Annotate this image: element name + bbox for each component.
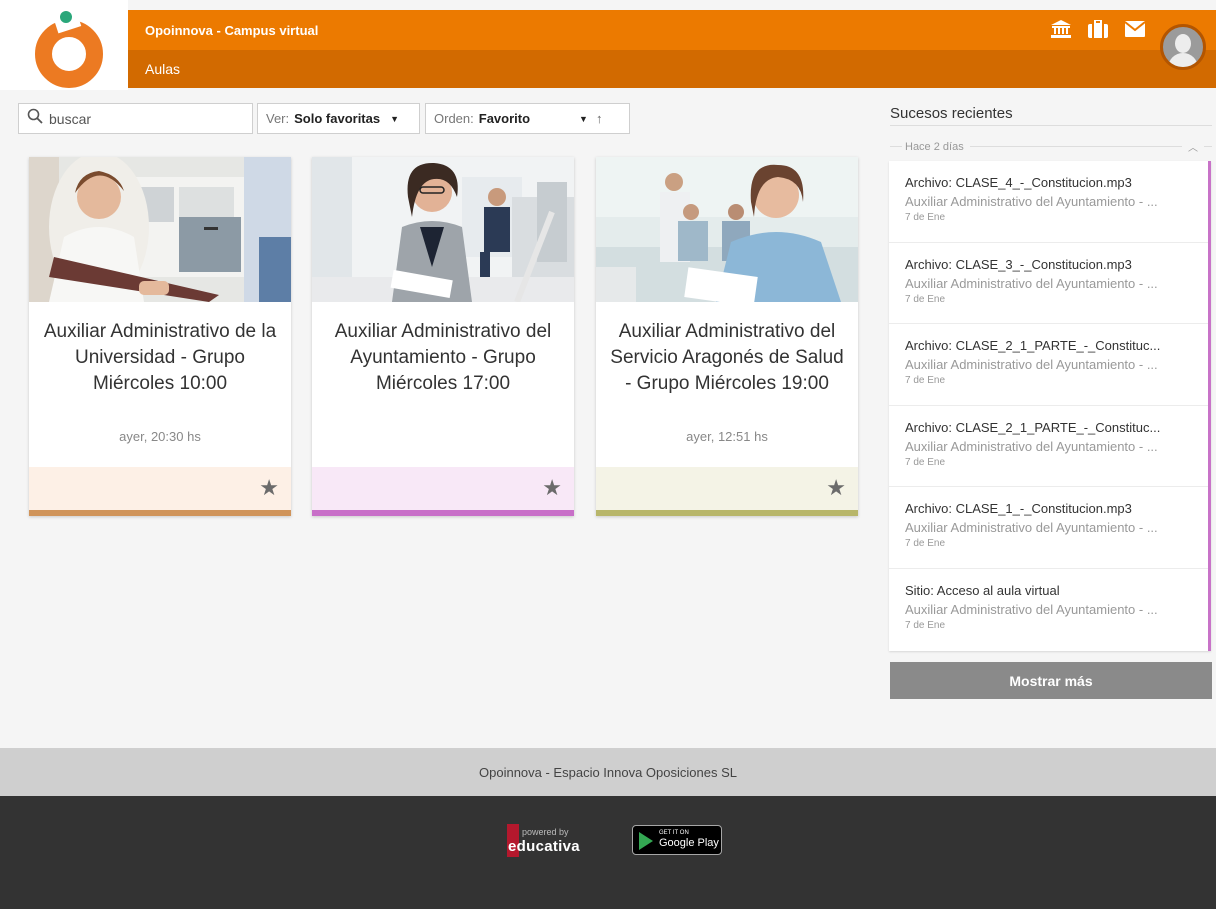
star-icon[interactable]: ★ xyxy=(542,475,562,501)
institution-icon[interactable] xyxy=(1050,19,1072,39)
gplay-big-text: Google Play xyxy=(659,837,719,849)
avatar[interactable] xyxy=(1160,24,1206,70)
ver-label: Ver: xyxy=(266,111,290,126)
star-icon[interactable]: ★ xyxy=(826,475,846,501)
orden-select[interactable]: Orden: Favorito ▼ ↑ xyxy=(425,103,630,134)
company-name: Opoinnova - Espacio Innova Oposiciones S… xyxy=(479,764,737,780)
site-title[interactable]: Opoinnova - Campus virtual xyxy=(145,23,318,38)
event-course: Auxiliar Administrativo del Ayuntamiento… xyxy=(905,194,1158,209)
course-title[interactable]: Auxiliar Administrativo del Ayuntamiento… xyxy=(322,319,564,397)
caret-down-icon: ▼ xyxy=(390,113,400,124)
recent-events-list: Archivo: CLASE_4_-_Constitucion.mp3 Auxi… xyxy=(889,161,1211,651)
google-play-badge[interactable]: GET IT ON Google Play xyxy=(632,825,722,855)
show-more-button[interactable]: Mostrar más xyxy=(890,662,1212,699)
envelope-icon[interactable] xyxy=(1124,19,1146,39)
course-image xyxy=(29,157,291,302)
briefcase-icon[interactable] xyxy=(1087,19,1109,39)
event-course: Auxiliar Administrativo del Ayuntamiento… xyxy=(905,438,1158,454)
search-input[interactable] xyxy=(49,110,239,127)
event-course: Auxiliar Administrativo del Ayuntamiento… xyxy=(905,357,1158,373)
chevron-up-icon[interactable]: ︿ xyxy=(1188,139,1198,154)
educativa-logo[interactable]: powered by educativa xyxy=(507,824,589,858)
logo-dot xyxy=(60,11,72,23)
recent-event-item[interactable]: Archivo: CLASE_3_-_Constitucion.mp3 Auxi… xyxy=(889,243,1208,325)
sub-bar: Aulas xyxy=(128,50,1216,88)
course-image xyxy=(596,157,858,302)
search-icon xyxy=(27,108,43,129)
recent-group-header[interactable]: Hace 2 días ︿ xyxy=(890,139,1212,154)
recent-events-title: Sucesos recientes xyxy=(890,105,1013,122)
star-icon[interactable]: ★ xyxy=(259,475,279,501)
event-date: 7 de Ene xyxy=(905,538,946,550)
event-course: Auxiliar Administrativo del Ayuntamiento… xyxy=(905,275,1158,291)
google-play-icon xyxy=(639,832,653,850)
divider xyxy=(890,125,1212,126)
top-bar: Opoinnova - Campus virtual xyxy=(128,10,1216,50)
recent-event-item[interactable]: Archivo: CLASE_2_1_PARTE_-_Constituc... … xyxy=(889,324,1208,406)
footer-company: Opoinnova - Espacio Innova Oposiciones S… xyxy=(0,748,1216,796)
educativa-brand: educativa xyxy=(508,838,580,855)
course-card[interactable]: Auxiliar Administrativo de la Universida… xyxy=(29,157,291,516)
ver-value: Solo favoritas xyxy=(294,111,381,126)
course-card[interactable]: Auxiliar Administrativo del Servicio Ara… xyxy=(596,157,858,516)
event-course: Auxiliar Administrativo del Ayuntamiento… xyxy=(905,520,1158,536)
recent-event-item[interactable]: Archivo: CLASE_1_-_Constitucion.mp3 Auxi… xyxy=(889,487,1208,569)
section-title[interactable]: Aulas xyxy=(145,61,180,77)
course-last-access: ayer, 20:30 hs xyxy=(119,429,201,444)
sort-ascending-icon[interactable]: ↑ xyxy=(596,111,603,126)
event-date: 7 de Ene xyxy=(905,293,946,305)
recent-event-item[interactable]: Archivo: CLASE_4_-_Constitucion.mp3 Auxi… xyxy=(889,161,1208,243)
course-title[interactable]: Auxiliar Administrativo de la Universida… xyxy=(39,319,281,397)
caret-down-icon: ▼ xyxy=(579,113,588,124)
course-color-bar xyxy=(596,510,858,516)
orden-label: Orden: xyxy=(434,111,474,126)
course-footer: ★ xyxy=(29,467,291,510)
event-date: 7 de Ene xyxy=(905,456,946,468)
search-box xyxy=(18,103,253,134)
powered-by-text: powered by xyxy=(522,827,569,837)
event-title: Archivo: CLASE_3_-_Constitucion.mp3 xyxy=(905,256,1132,272)
event-date: 7 de Ene xyxy=(905,212,946,223)
event-course: Auxiliar Administrativo del Ayuntamiento… xyxy=(905,601,1158,617)
gplay-small-text: GET IT ON xyxy=(659,830,689,836)
course-color-bar xyxy=(29,510,291,516)
top-icons xyxy=(1050,19,1146,39)
ver-select[interactable]: Ver: Solo favoritas ▼ xyxy=(257,103,420,134)
course-footer: ★ xyxy=(596,467,858,510)
footer-dark xyxy=(0,796,1216,909)
logo-ring xyxy=(35,20,103,88)
course-footer: ★ xyxy=(312,467,574,510)
event-title: Archivo: CLASE_2_1_PARTE_-_Constituc... xyxy=(905,338,1161,354)
logo[interactable] xyxy=(0,0,128,90)
recent-group-label: Hace 2 días xyxy=(905,140,964,153)
event-title: Archivo: CLASE_2_1_PARTE_-_Constituc... xyxy=(905,419,1161,435)
event-date: 7 de Ene xyxy=(905,375,946,387)
event-title: Sitio: Acceso al aula virtual xyxy=(905,582,1060,598)
event-title: Archivo: CLASE_1_-_Constitucion.mp3 xyxy=(905,501,1132,517)
course-color-bar xyxy=(312,510,574,516)
event-date: 7 de Ene xyxy=(905,619,946,631)
orden-value: Favorito xyxy=(478,111,531,126)
recent-event-item[interactable]: Archivo: CLASE_2_1_PARTE_-_Constituc... … xyxy=(889,406,1208,488)
course-image xyxy=(312,157,574,302)
course-card[interactable]: Auxiliar Administrativo del Ayuntamiento… xyxy=(312,157,574,516)
recent-event-item[interactable]: Sitio: Acceso al aula virtual Auxiliar A… xyxy=(889,569,1208,651)
event-title: Archivo: CLASE_4_-_Constitucion.mp3 xyxy=(905,175,1132,190)
course-title[interactable]: Auxiliar Administrativo del Servicio Ara… xyxy=(606,319,848,397)
course-last-access: ayer, 12:51 hs xyxy=(686,429,768,444)
